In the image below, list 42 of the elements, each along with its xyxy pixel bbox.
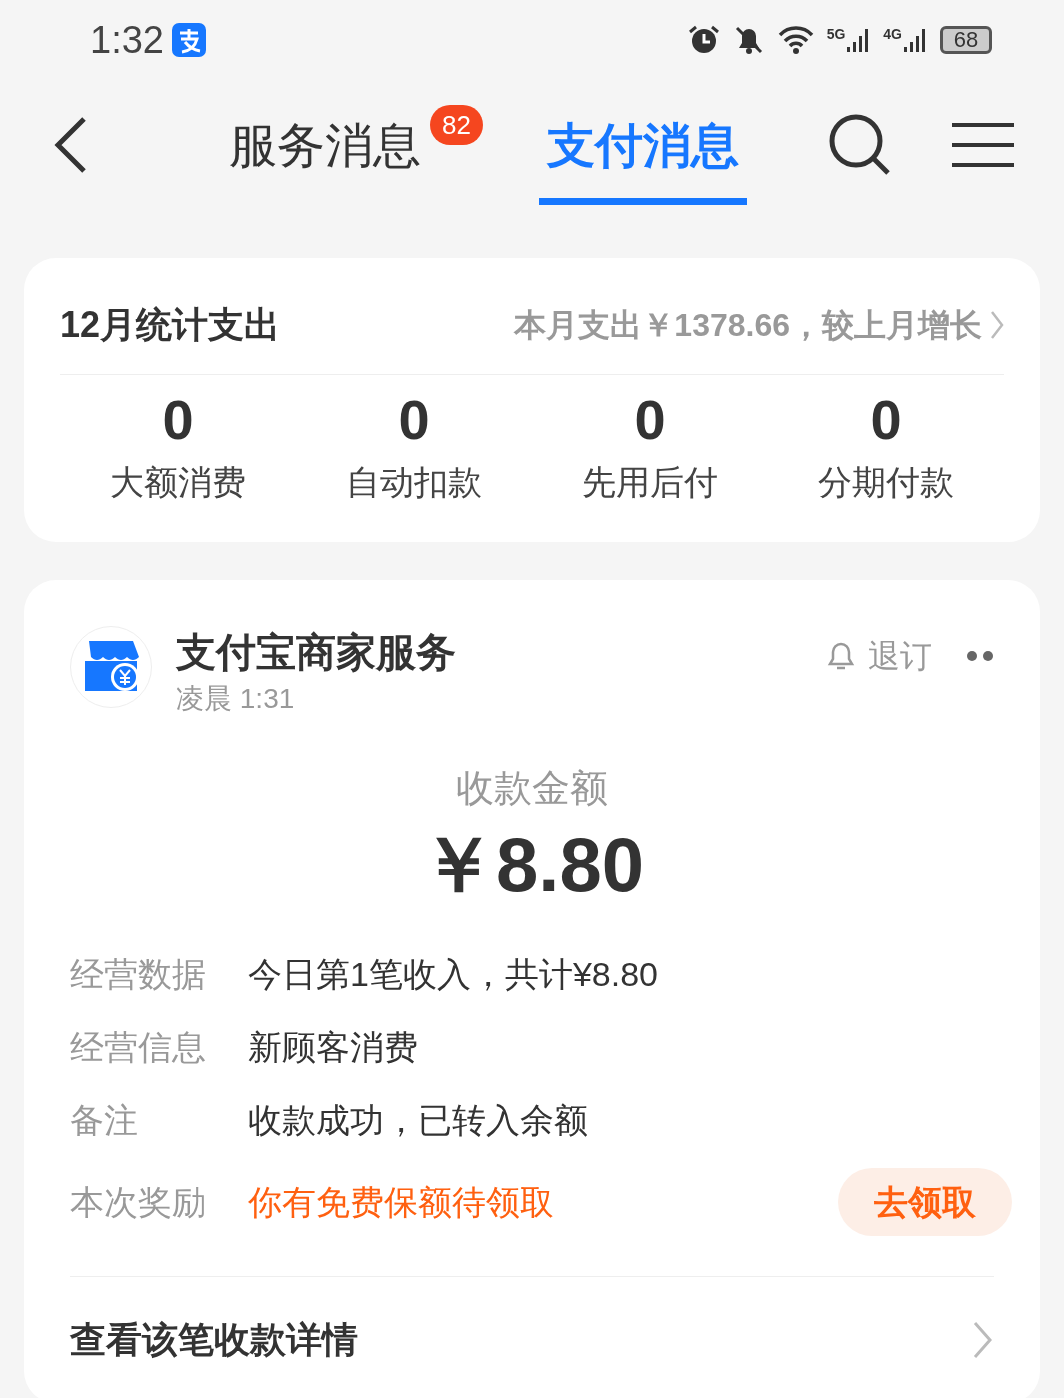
network-label: 4G [883, 27, 902, 41]
stat-label: 分期付款 [818, 462, 954, 503]
field-value: 新顾客消费 [248, 1027, 418, 1068]
stat-label: 自动扣款 [346, 462, 482, 503]
amount-value: ￥8.80 [420, 821, 644, 909]
details-text: 查看该笔收款详情 [70, 1318, 358, 1362]
signal-icon [904, 27, 928, 53]
field-value: 今日第1笔收入，共计¥8.80 [248, 954, 658, 995]
stat-value: 0 [398, 387, 430, 453]
alarm-icon [686, 24, 721, 56]
field-label: 经营信息 [70, 1027, 207, 1068]
summary-note[interactable]: 本月支出￥1378.66，较上月增长 [514, 301, 982, 349]
unsubscribe-button[interactable]: 退订 [826, 632, 932, 680]
field-label: 备注 [70, 1100, 139, 1141]
reward-text: 你有免费保额待领取 [248, 1181, 554, 1223]
unread-badge: 82 [430, 105, 483, 145]
bell-icon [826, 640, 856, 672]
amount-label: 收款金额 [456, 766, 608, 811]
stat-label: 先用后付 [582, 462, 718, 503]
stat-value: 0 [634, 387, 666, 453]
tab[interactable]: 支付消息 [539, 93, 747, 205]
summary-title: 12月统计支出 [60, 303, 281, 347]
field-label: 经营数据 [70, 954, 207, 995]
app-logo-icon [171, 23, 206, 57]
stat-value: 0 [870, 387, 902, 453]
chevron-icon [990, 310, 1004, 340]
chevron-icon [972, 1320, 994, 1360]
network-label: 5G [826, 27, 846, 41]
menu-icon[interactable] [952, 121, 1014, 169]
message-time: 凌晨 1:31 [176, 682, 296, 716]
field-label: 本次奖励 [70, 1181, 207, 1223]
stat-label: 大额消费 [110, 462, 246, 503]
details-link[interactable]: 查看该笔收款详情 [70, 1277, 994, 1398]
claim-button[interactable]: 去领取 [838, 1168, 1012, 1236]
stat-value: 0 [162, 387, 194, 453]
wifi-icon [776, 25, 815, 55]
battery-indicator: 68 [940, 26, 992, 54]
field-value: 收款成功，已转入余额 [248, 1100, 588, 1141]
sender-name: 支付宝商家服务 [176, 629, 456, 676]
status-time: 1:32 [90, 17, 164, 63]
more-icon[interactable] [966, 650, 994, 662]
search-icon[interactable] [828, 113, 892, 177]
